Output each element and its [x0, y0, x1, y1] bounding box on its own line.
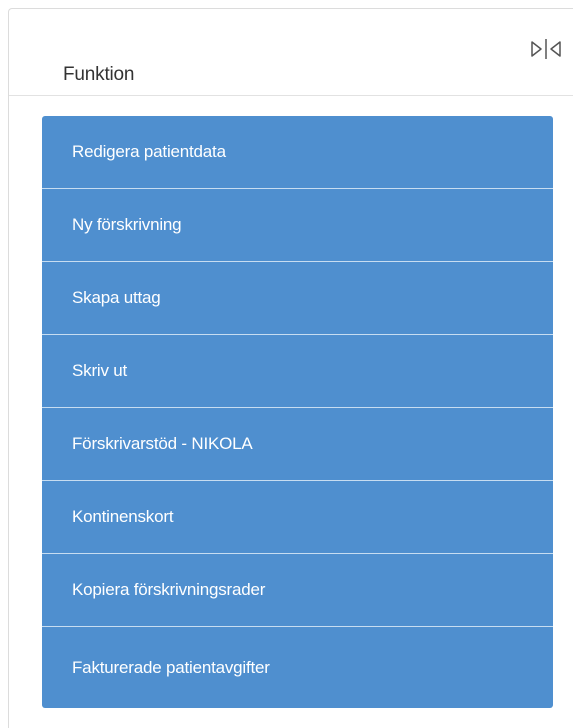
menu-item-label: Skriv ut	[72, 361, 128, 380]
panel-header: Funktion	[9, 9, 573, 96]
menu-item-label: Skapa uttag	[72, 288, 161, 307]
menu-item-label: Ny förskrivning	[72, 215, 182, 234]
menu-item-forskrivarstod-nikola[interactable]: Förskrivarstöd - NIKOLA	[42, 408, 553, 481]
function-panel: Funktion Redigera patientdata Ny förskri…	[8, 8, 573, 728]
collapse-panel-button[interactable]	[529, 37, 563, 61]
menu-item-redigera-patientdata[interactable]: Redigera patientdata	[42, 116, 553, 189]
menu-item-label: Fakturerade patientavgifter	[72, 657, 270, 677]
menu-item-label: Förskrivarstöd - NIKOLA	[72, 434, 253, 453]
panel-title: Funktion	[63, 64, 135, 85]
function-menu: Redigera patientdata Ny förskrivning Ska…	[42, 116, 553, 708]
menu-item-label: Redigera patientdata	[72, 142, 226, 161]
menu-item-label: Kontinenskort	[72, 507, 174, 526]
menu-item-skapa-uttag[interactable]: Skapa uttag	[42, 262, 553, 335]
collapse-panel-icon	[531, 39, 561, 59]
menu-item-fakturerade-patientavgifter[interactable]: Fakturerade patientavgifter	[42, 627, 553, 708]
menu-item-skriv-ut[interactable]: Skriv ut	[42, 335, 553, 408]
menu-item-kopiera-forskrivningsrader[interactable]: Kopiera förskrivningsrader	[42, 554, 553, 627]
menu-item-kontinenskort[interactable]: Kontinenskort	[42, 481, 553, 554]
menu-item-ny-forskrivning[interactable]: Ny förskrivning	[42, 189, 553, 262]
menu-item-label: Kopiera förskrivningsrader	[72, 580, 266, 599]
